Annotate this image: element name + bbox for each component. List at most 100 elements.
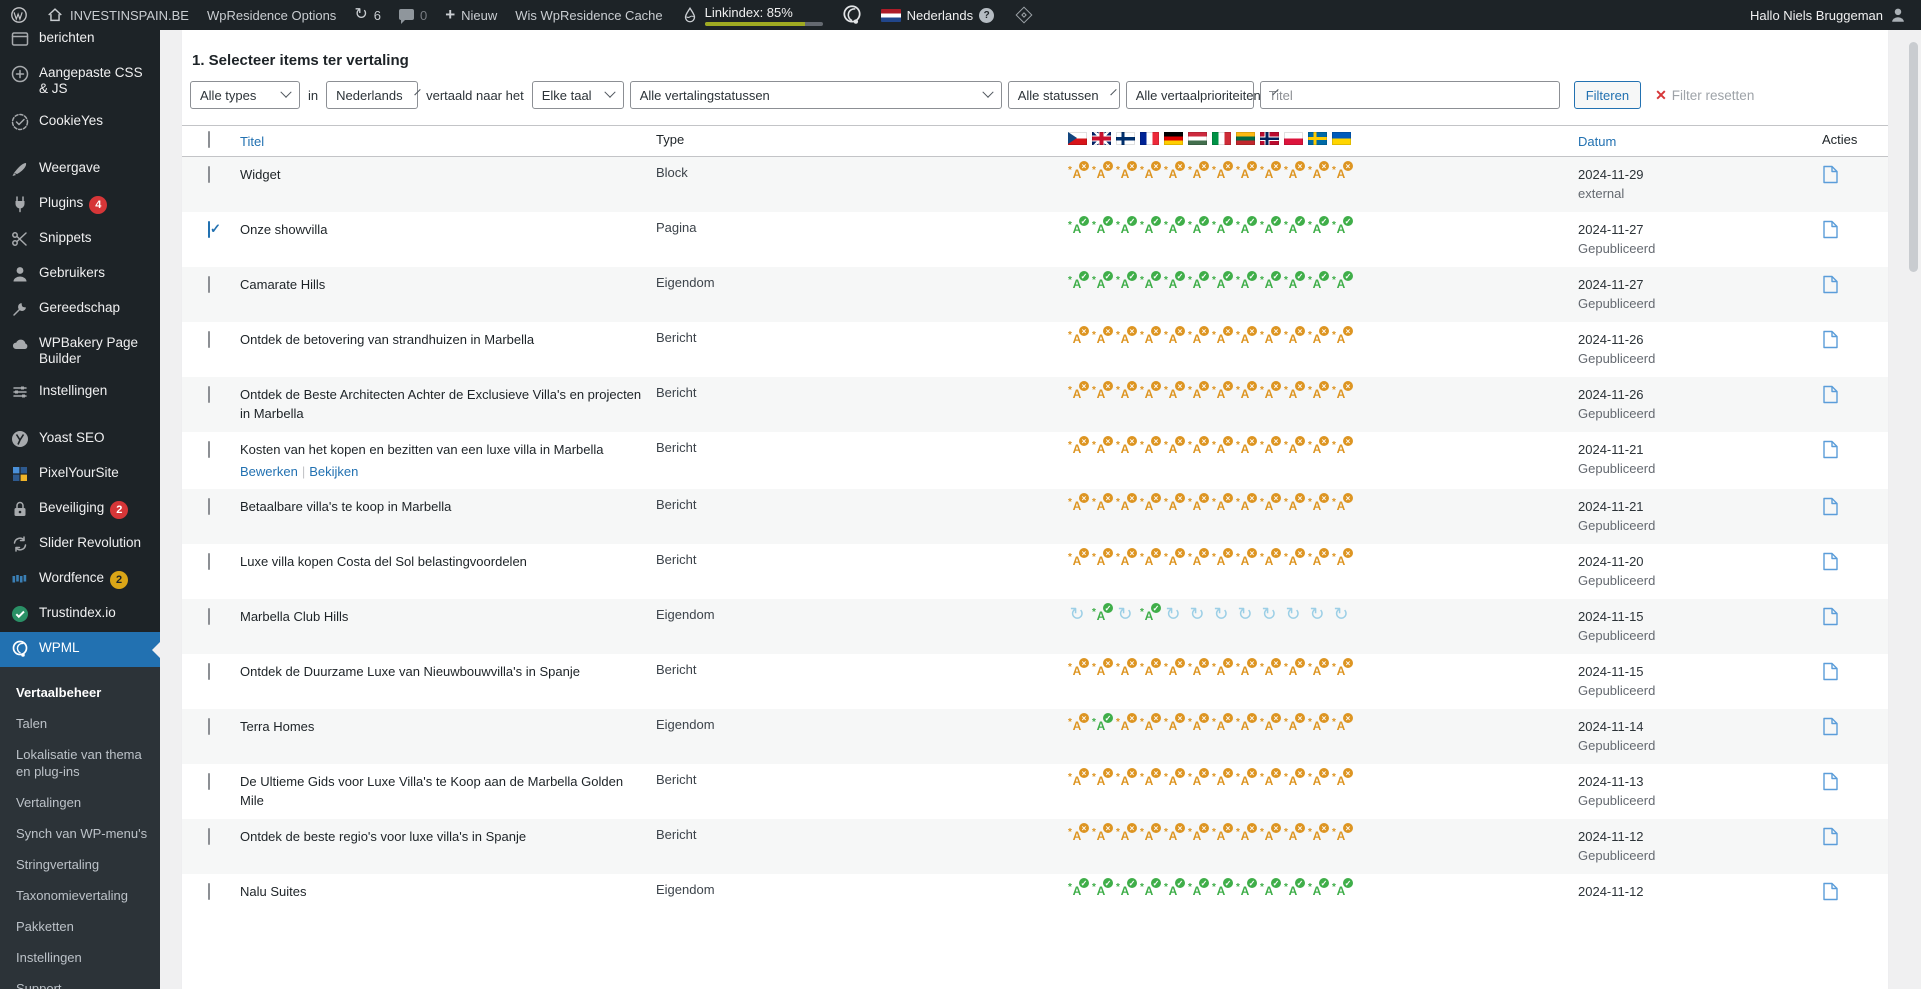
- new-content-menu[interactable]: + Nieuw: [445, 8, 497, 23]
- row-checkbox[interactable]: [208, 498, 210, 515]
- sidebar-item-beveiliging[interactable]: Beveiliging2: [0, 492, 160, 527]
- row-action-button[interactable]: [1822, 227, 1839, 242]
- post-status-select[interactable]: Alle statussen: [1008, 81, 1120, 109]
- status-not-translated-icon: *A×: [1260, 771, 1278, 789]
- in-label: in: [306, 88, 320, 103]
- row-action-button[interactable]: [1822, 834, 1839, 849]
- translation-status-select[interactable]: Alle vertalingstatussen: [630, 81, 1002, 109]
- row-action-button[interactable]: [1822, 504, 1839, 519]
- row-checkbox[interactable]: [208, 276, 210, 293]
- clear-cache-menu[interactable]: Wis WpResidence Cache: [515, 8, 662, 23]
- seo-tool-menu[interactable]: [841, 4, 863, 26]
- row-checkbox[interactable]: [208, 386, 210, 403]
- row-checkbox[interactable]: [208, 166, 210, 183]
- submenu-item-vertalingen[interactable]: Vertalingen: [0, 787, 160, 818]
- row-action-button[interactable]: [1822, 669, 1839, 684]
- comments-menu[interactable]: 0: [399, 8, 427, 23]
- row-action-button[interactable]: [1822, 337, 1839, 352]
- submenu-item-lokalisatie-van-thema-en-plug-ins[interactable]: Lokalisatie van thema en plug-ins: [0, 739, 160, 787]
- row-status-label: external: [1578, 184, 1818, 203]
- status-not-translated-icon: *A×: [1164, 826, 1182, 844]
- row-checkbox[interactable]: [208, 663, 210, 680]
- row-action-button[interactable]: [1822, 889, 1839, 904]
- row-action-button[interactable]: [1822, 172, 1839, 187]
- menu-separator: [0, 140, 160, 152]
- submenu-item-pakketten[interactable]: Pakketten: [0, 911, 160, 942]
- vertical-scrollbar[interactable]: [1906, 30, 1921, 989]
- priority-select[interactable]: Alle vertaalprioriteiten: [1126, 81, 1254, 109]
- document-icon: [1822, 497, 1839, 516]
- sidebar-item-instellingen[interactable]: Instellingen: [0, 375, 160, 410]
- row-checkbox[interactable]: [208, 773, 210, 790]
- site-name: INVESTINSPAIN.BE: [70, 8, 189, 23]
- sidebar-item-yoast-seo[interactable]: Yoast SEO: [0, 422, 160, 457]
- submenu-item-talen[interactable]: Talen: [0, 708, 160, 739]
- sidebar-item-gereedschap[interactable]: Gereedschap: [0, 292, 160, 327]
- row-action-button[interactable]: [1822, 779, 1839, 794]
- row-status-label: Gepubliceerd: [1578, 846, 1818, 865]
- status-not-translated-icon: *A×: [1284, 329, 1302, 347]
- language-switcher-menu[interactable]: Nederlands ?: [881, 8, 995, 23]
- submenu-item-instellingen[interactable]: Instellingen: [0, 942, 160, 973]
- filter-button[interactable]: Filteren: [1574, 81, 1641, 109]
- sidebar-item-snippets[interactable]: Snippets: [0, 222, 160, 257]
- updates-menu[interactable]: ↻ 6: [354, 7, 381, 23]
- row-action-button[interactable]: [1822, 614, 1839, 629]
- row-action-button[interactable]: [1822, 559, 1839, 574]
- row-action-button[interactable]: [1822, 392, 1839, 407]
- reset-x-icon: ✕: [1655, 87, 1667, 104]
- sidebar-item-plugins[interactable]: Plugins4: [0, 187, 160, 222]
- bewerken-link[interactable]: Bewerken: [240, 464, 298, 479]
- row-checkbox[interactable]: [208, 828, 210, 845]
- sidebar-item-slider-revolution[interactable]: Slider Revolution: [0, 527, 160, 562]
- sidebar-item-cookieyes[interactable]: CookieYes: [0, 105, 160, 140]
- status-not-translated-icon: *A×: [1092, 329, 1110, 347]
- row-checkbox[interactable]: [208, 553, 210, 570]
- title-filter-input[interactable]: [1260, 81, 1560, 109]
- submenu-item-support[interactable]: Support: [0, 973, 160, 989]
- row-checkbox[interactable]: [208, 718, 210, 735]
- submenu-item-taxonomievertaling[interactable]: Taxonomievertaling: [0, 880, 160, 911]
- bekijken-link[interactable]: Bekijken: [309, 464, 358, 479]
- account-menu[interactable]: Hallo Niels Bruggeman: [1750, 6, 1907, 24]
- row-date: 2024-11-27: [1578, 275, 1818, 294]
- submenu-item-synch-van-wp-menu-s[interactable]: Synch van WP-menu's: [0, 818, 160, 849]
- linkindex-menu[interactable]: Linkindex: 85%: [681, 5, 823, 26]
- submenu-item-stringvertaling[interactable]: Stringvertaling: [0, 849, 160, 880]
- clear-cache-label: Wis WpResidence Cache: [515, 8, 662, 23]
- sidebar-item-wpbakery-page-builder[interactable]: WPBakery Page Builder: [0, 327, 160, 375]
- scrollbar-thumb[interactable]: [1909, 42, 1918, 272]
- row-checkbox[interactable]: [208, 221, 210, 238]
- row-checkbox[interactable]: [208, 608, 210, 625]
- row-action-button[interactable]: [1822, 724, 1839, 739]
- row-checkbox[interactable]: [208, 441, 210, 458]
- reset-filter-link[interactable]: ✕ Filter resetten: [1655, 87, 1754, 104]
- sort-by-title-header[interactable]: Titel: [240, 134, 264, 149]
- status-not-translated-icon: *A×: [1068, 826, 1086, 844]
- wordpress-logo-menu[interactable]: [10, 6, 28, 24]
- sidebar-item-berichten[interactable]: berichten: [0, 30, 160, 57]
- source-language-select[interactable]: Nederlands: [326, 81, 418, 109]
- cache-plugin-menu[interactable]: [1018, 9, 1030, 21]
- sort-by-date-header[interactable]: Datum: [1578, 134, 1616, 149]
- status-not-translated-icon: *A×: [1212, 496, 1230, 514]
- sidebar-item-weergave[interactable]: Weergave: [0, 152, 160, 187]
- wpresidence-options-menu[interactable]: WpResidence Options: [207, 8, 336, 23]
- sidebar-item-pixelyoursite[interactable]: PixelYourSite: [0, 457, 160, 492]
- sidebar-item-gebruikers[interactable]: Gebruikers: [0, 257, 160, 292]
- sidebar-item-aangepaste-css-js[interactable]: Aangepaste CSS & JS: [0, 57, 160, 105]
- sidebar-item-wpml[interactable]: WPML: [0, 632, 160, 667]
- site-name-menu[interactable]: INVESTINSPAIN.BE: [46, 6, 189, 24]
- status-translated-icon: *A✓: [1188, 219, 1206, 237]
- row-action-button[interactable]: [1822, 282, 1839, 297]
- select-all-checkbox[interactable]: [208, 131, 210, 148]
- row-action-button[interactable]: [1822, 447, 1839, 462]
- sidebar-item-trustindex-io[interactable]: Trustindex.io: [0, 597, 160, 632]
- row-checkbox[interactable]: [208, 331, 210, 348]
- submenu-item-vertaalbeheer[interactable]: Vertaalbeheer: [0, 677, 160, 708]
- type-select[interactable]: Alle types: [190, 81, 300, 109]
- row-checkbox[interactable]: [208, 883, 210, 900]
- sidebar-item-wordfence[interactable]: Wordfence2: [0, 562, 160, 597]
- target-language-select[interactable]: Elke taal: [532, 81, 624, 109]
- row-type: Bericht: [656, 764, 1068, 795]
